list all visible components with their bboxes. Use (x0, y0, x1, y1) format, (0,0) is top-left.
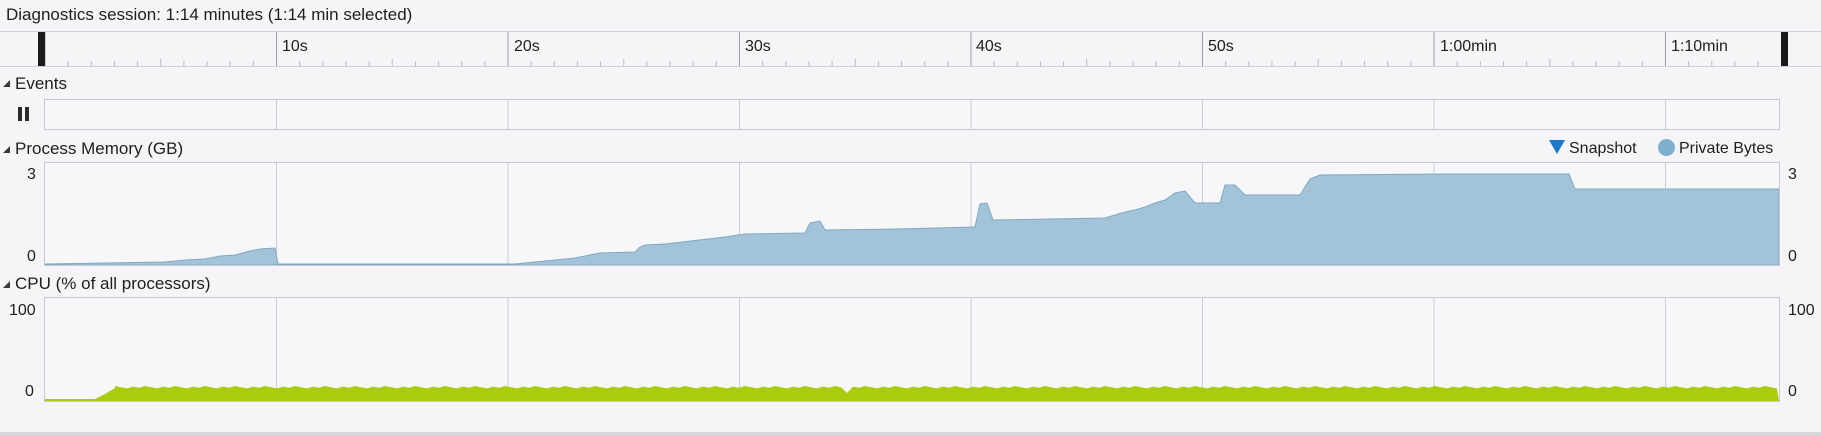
events-grid (276, 100, 1666, 129)
memory-chart-svg (45, 163, 1779, 265)
cpu-title: CPU (% of all processors) (15, 274, 211, 293)
cpu-collapse-icon[interactable] (3, 281, 10, 288)
private-bytes-legend-label: Private Bytes (1679, 140, 1774, 157)
selection-end-handle[interactable] (1781, 32, 1788, 66)
memory-y-min-right: 0 (1788, 248, 1797, 265)
ruler-label-1min10: 1:10min (1671, 38, 1728, 55)
events-title: Events (15, 74, 67, 93)
memory-y-max-right: 3 (1788, 166, 1797, 183)
ruler-divider (0, 66, 1821, 67)
memory-area (45, 173, 1779, 265)
cpu-chart-svg (45, 298, 1779, 401)
ruler-label-40s: 40s (976, 38, 1002, 55)
cpu-y-min-left: 0 (25, 383, 34, 400)
cpu-chart[interactable] (44, 297, 1780, 402)
private-bytes-legend-icon (1658, 139, 1675, 156)
memory-title: Process Memory (GB) (15, 139, 184, 158)
ruler-label-20s: 20s (514, 38, 540, 55)
cpu-y-max-left: 100 (9, 302, 36, 319)
ruler-label-30s: 30s (745, 38, 771, 55)
pause-icon[interactable] (18, 107, 30, 121)
selection-start-handle[interactable] (38, 32, 45, 66)
cpu-area (45, 386, 1779, 401)
ruler-label-10s: 10s (282, 38, 308, 55)
events-panel[interactable] (44, 99, 1780, 130)
time-ruler[interactable]: 10s 20s 30s 40s 50s 1:00min 1:10min (0, 32, 1821, 67)
memory-y-max-left: 3 (27, 166, 36, 183)
ruler-label-50s: 50s (1208, 38, 1234, 55)
snapshot-legend-icon (1549, 140, 1565, 154)
ruler-ticks (44, 32, 1759, 66)
ruler-label-1min: 1:00min (1440, 38, 1497, 55)
events-collapse-icon[interactable] (3, 80, 10, 87)
cpu-y-max-right: 100 (1788, 302, 1815, 319)
memory-y-min-left: 0 (27, 248, 36, 265)
session-title: Diagnostics session: 1:14 minutes (1:14 … (6, 5, 413, 24)
snapshot-legend-label: Snapshot (1569, 140, 1637, 157)
memory-collapse-icon[interactable] (3, 146, 10, 153)
cpu-y-min-right: 0 (1788, 383, 1797, 400)
memory-chart[interactable] (44, 162, 1780, 266)
